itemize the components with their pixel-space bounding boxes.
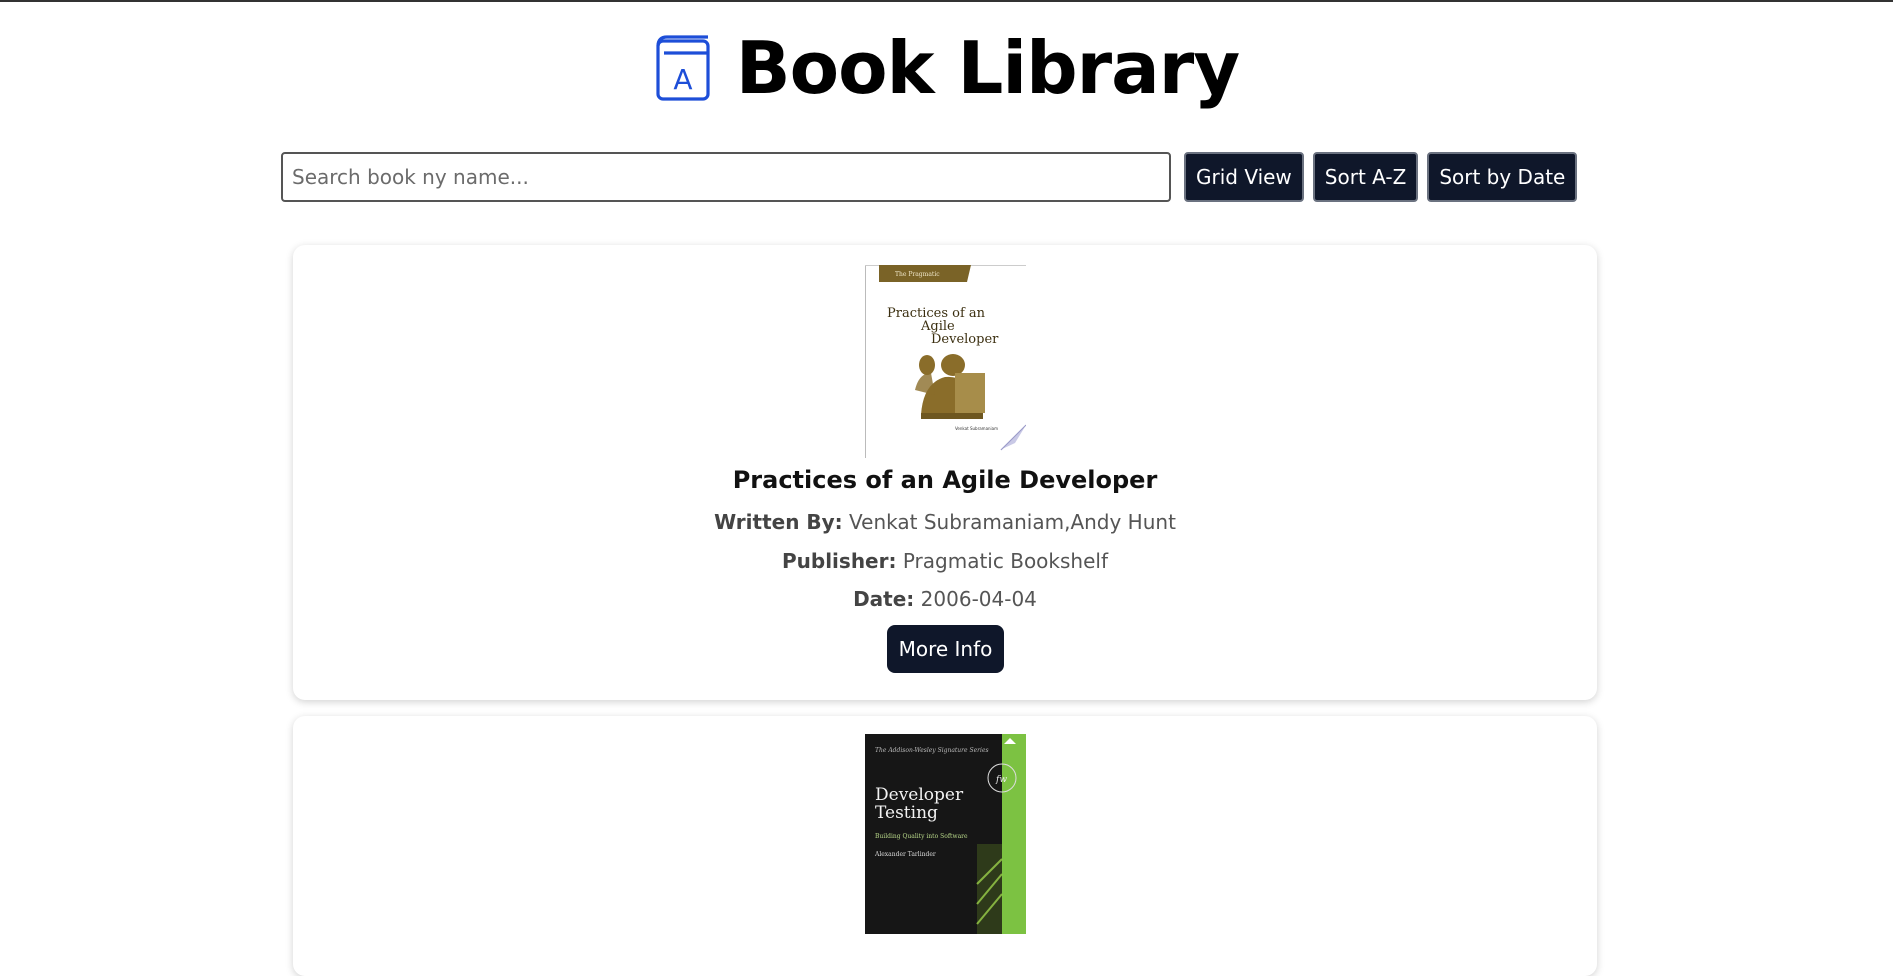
cover-subtitle: Building Quality into Software xyxy=(875,833,968,840)
date-label: Date: xyxy=(853,587,915,611)
grid-view-button[interactable]: Grid View xyxy=(1184,152,1304,202)
cover-title-line: Developer xyxy=(875,785,964,805)
book-title: Practices of an Agile Developer xyxy=(732,466,1158,494)
book-cover-image: The Pragmatic Practices of an Agile Deve… xyxy=(865,265,1027,458)
cover-author: Alexander Tarlinder xyxy=(874,851,936,858)
sort-by-date-button[interactable]: Sort by Date xyxy=(1427,152,1578,202)
book-date-row: Date: 2006-04-04 xyxy=(293,587,1597,611)
book-icon: A xyxy=(656,35,710,101)
book-cover: The Pragmatic Practices of an Agile Deve… xyxy=(865,265,1027,458)
svg-text:Venkat Subramaniam: Venkat Subramaniam xyxy=(955,426,998,431)
sort-az-button[interactable]: Sort A-Z xyxy=(1312,152,1419,202)
publisher-label: Publisher: xyxy=(781,549,897,573)
more-info-button[interactable]: More Info xyxy=(887,625,1004,673)
book-date: 2006-04-04 xyxy=(920,587,1037,611)
cover-title-line: Developer xyxy=(931,332,999,347)
book-publisher: Pragmatic Bookshelf xyxy=(902,549,1108,573)
toolbar: Grid View Sort A-Z Sort by Date xyxy=(281,152,1578,202)
written-by-label: Written By: xyxy=(714,510,843,534)
book-publisher-row: Publisher: Pragmatic Bookshelf xyxy=(293,549,1597,573)
page-header: A Book Library xyxy=(0,28,1893,108)
book-cover-image: fw The Addison-Wesley Signature Series D… xyxy=(865,734,1026,934)
book-authors: Venkat Subramaniam,Andy Hunt xyxy=(849,510,1176,534)
page-title: Book Library xyxy=(735,26,1240,110)
book-card: fw The Addison-Wesley Signature Series D… xyxy=(293,716,1597,976)
search-input[interactable] xyxy=(281,152,1171,202)
cover-series-text: The Addison-Wesley Signature Series xyxy=(875,747,989,754)
book-card: The Pragmatic Practices of an Agile Deve… xyxy=(293,245,1597,700)
cover-title-line: Testing xyxy=(875,803,938,823)
book-authors-row: Written By: Venkat Subramaniam,Andy Hunt xyxy=(293,510,1597,534)
svg-text:The Pragmatic: The Pragmatic xyxy=(895,271,940,278)
window-top-border xyxy=(0,0,1893,2)
svg-text:A: A xyxy=(673,63,692,96)
svg-text:fw: fw xyxy=(995,775,1007,785)
book-cover: fw The Addison-Wesley Signature Series D… xyxy=(865,734,1026,934)
